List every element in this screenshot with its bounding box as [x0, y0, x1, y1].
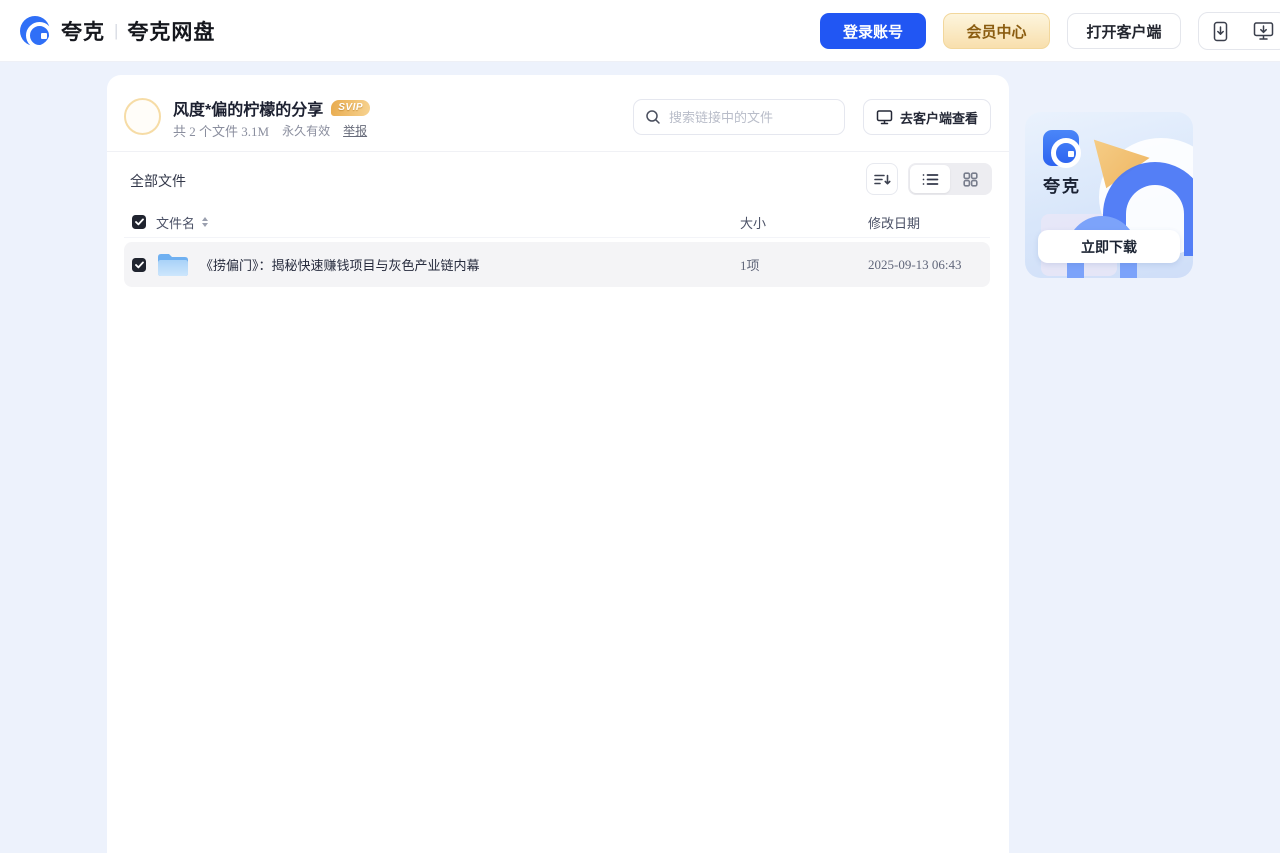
download-now-button[interactable]: 立即下载 — [1038, 230, 1180, 263]
brand-divider: | — [114, 21, 118, 41]
top-header: 夸克 | 夸克网盘 登录账号 会员中心 打开客户端 — [0, 0, 1280, 62]
sharer-avatar — [124, 98, 161, 135]
brand-name: 夸克 — [61, 16, 105, 46]
share-panel: 风度*偏的柠檬的分享 SVIP 共 2 个文件 3.1M 永久有效 举报 — [107, 75, 1009, 853]
sort-order-button[interactable] — [866, 163, 898, 195]
app-promo-card: 夸克 立即下载 — [1025, 112, 1193, 278]
brand-logo-link[interactable]: 夸克 | 夸克网盘 — [20, 0, 215, 62]
product-name: 夸克网盘 — [127, 16, 215, 46]
vip-center-button[interactable]: 会员中心 — [943, 13, 1050, 49]
view-in-client-label: 去客户端查看 — [900, 108, 978, 127]
name-sort-carets-icon[interactable] — [202, 217, 208, 227]
select-all-checkbox[interactable] — [132, 215, 146, 229]
column-header-name[interactable]: 文件名 — [156, 213, 195, 232]
search-icon — [645, 109, 661, 125]
view-mode-switch — [908, 163, 992, 195]
report-link[interactable]: 举报 — [343, 122, 367, 139]
file-table-header: 文件名 大小 修改日期 — [124, 207, 990, 238]
share-meta: 共 2 个文件 3.1M 永久有效 举报 — [173, 121, 367, 140]
search-box — [633, 99, 845, 135]
quark-logo-icon — [20, 16, 50, 46]
open-client-button[interactable]: 打开客户端 — [1067, 13, 1181, 49]
share-title: 风度*偏的柠檬的分享 — [173, 96, 323, 120]
share-header: 风度*偏的柠檬的分享 SVIP 共 2 个文件 3.1M 永久有效 举报 — [107, 75, 1009, 152]
header-actions: 登录账号 会员中心 打开客户端 — [820, 12, 1280, 50]
list-view-button[interactable] — [910, 165, 950, 193]
download-apps-group — [1198, 12, 1280, 50]
list-view-icon — [922, 173, 939, 186]
monitor-icon — [876, 109, 893, 125]
column-header-size: 大小 — [740, 213, 868, 232]
svip-badge: SVIP — [331, 100, 370, 116]
row-checkbox[interactable] — [132, 258, 146, 272]
file-date: 2025-09-13 06:43 — [868, 257, 990, 273]
file-name[interactable]: 《捞偏门》：揭秘快速赚钱项目与灰色产业链内幕 — [200, 255, 480, 274]
view-in-client-button[interactable]: 去客户端查看 — [863, 99, 991, 135]
file-size: 1项 — [740, 255, 868, 274]
share-validity: 永久有效 — [282, 122, 330, 139]
sort-icon — [873, 172, 891, 187]
folder-icon — [156, 251, 190, 279]
share-file-count: 共 2 个文件 3.1M — [173, 121, 269, 140]
column-header-date: 修改日期 — [868, 213, 990, 232]
grid-view-icon — [963, 172, 978, 187]
grid-view-button[interactable] — [950, 165, 990, 193]
phone-download-icon[interactable] — [1212, 21, 1229, 42]
search-input[interactable] — [669, 110, 833, 125]
file-row[interactable]: 《捞偏门》：揭秘快速赚钱项目与灰色产业链内幕 1项 2025-09-13 06:… — [124, 242, 990, 287]
desktop-download-icon[interactable] — [1253, 21, 1274, 41]
promo-app-name: 夸克 — [1043, 172, 1081, 197]
quark-app-icon — [1043, 130, 1079, 166]
login-button[interactable]: 登录账号 — [820, 13, 926, 49]
all-files-title: 全部文件 — [130, 171, 186, 191]
